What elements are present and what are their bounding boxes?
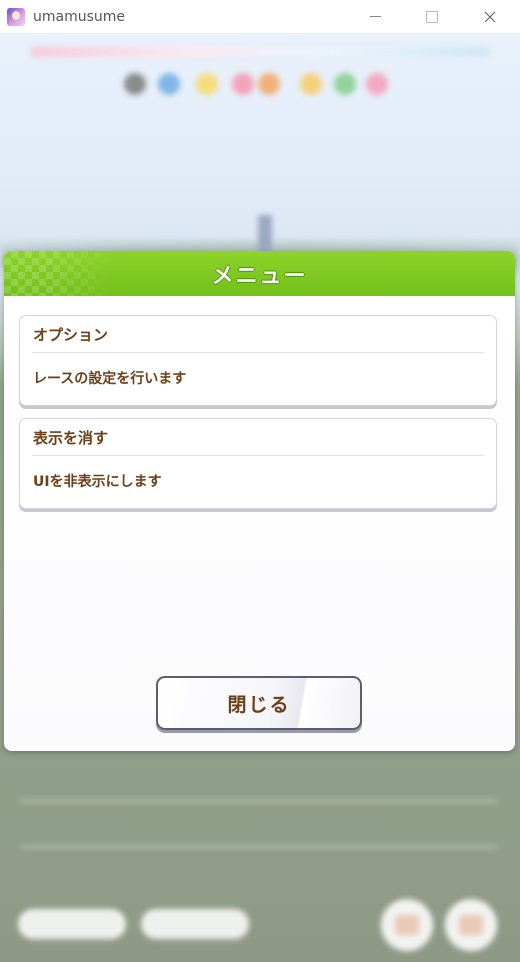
runner-marker: [158, 73, 180, 95]
speed-toggle-button[interactable]: [141, 909, 249, 939]
close-button[interactable]: 閉じる: [156, 676, 362, 730]
menu-item-title: オプション: [33, 326, 109, 344]
runner-marker: [196, 73, 218, 95]
background-divider: [20, 846, 498, 848]
runner-marker: [258, 73, 280, 95]
dialog-header: メニュー: [4, 251, 515, 296]
maximize-button[interactable]: [409, 0, 455, 33]
menu-item-description: レースの設定を行います: [33, 371, 187, 387]
option-menu-item[interactable]: オプション レースの設定を行います: [19, 315, 497, 406]
menu-item-divider: [32, 352, 484, 353]
runner-marker: [124, 73, 146, 95]
menu-item-title: 表示を消す: [33, 429, 109, 447]
background-tower: [258, 215, 272, 255]
menu-item-description: UIを非表示にします: [33, 474, 162, 490]
dialog-title: メニュー: [211, 263, 308, 289]
maximize-icon: [426, 10, 438, 23]
window-titlebar: umamusume: [0, 0, 520, 34]
camera-toggle-button[interactable]: [18, 909, 126, 939]
background-divider: [20, 800, 498, 802]
window-title: umamusume: [33, 8, 126, 25]
runner-marker: [366, 73, 388, 95]
runner-marker: [232, 73, 254, 95]
window-close-button[interactable]: [467, 0, 513, 33]
app-icon: [7, 7, 25, 26]
race-progress-bar: [30, 47, 490, 57]
hide-ui-menu-item[interactable]: 表示を消す UIを非表示にします: [19, 418, 497, 509]
close-icon: [484, 11, 496, 22]
menu-dialog: メニュー オプション レースの設定を行います 表示を消す UIを非表示にします …: [4, 251, 515, 751]
runner-marker: [334, 73, 356, 95]
skip-button[interactable]: [445, 899, 497, 951]
menu-item-divider: [32, 455, 484, 456]
close-button-label: 閉じる: [227, 693, 291, 716]
log-button[interactable]: [381, 899, 433, 951]
minimize-button[interactable]: [352, 0, 398, 33]
runner-marker: [300, 73, 322, 95]
dialog-body: オプション レースの設定を行います 表示を消す UIを非表示にします 閉じる: [4, 296, 515, 751]
minimize-icon: [369, 16, 381, 17]
